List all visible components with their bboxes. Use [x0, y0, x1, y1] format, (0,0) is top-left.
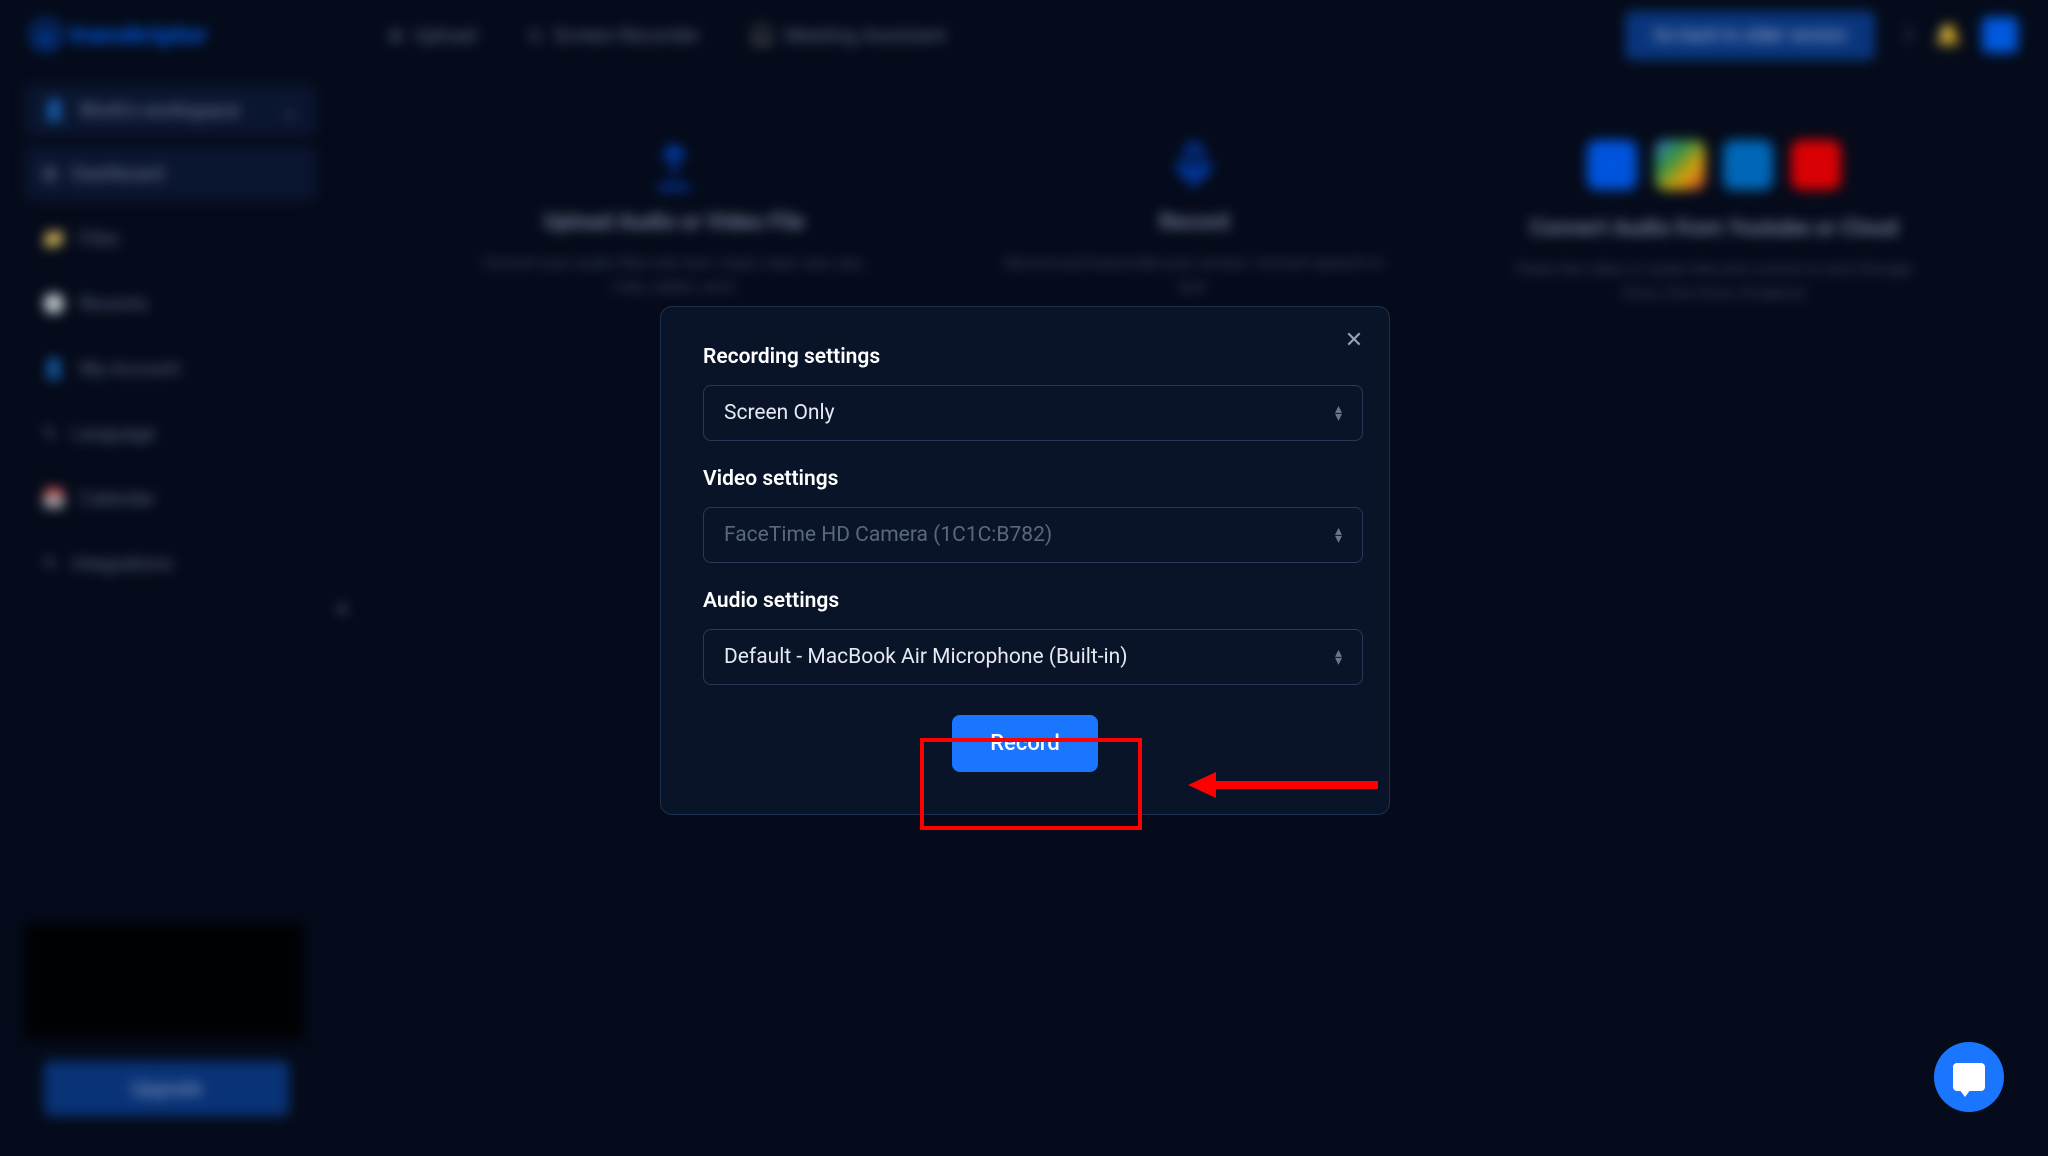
integrations-icon: ✎ — [42, 552, 58, 575]
label-recording: Recording settings — [703, 345, 1347, 369]
sidebar-item-account[interactable]: 👤 My Account — [24, 341, 316, 396]
account-icon: 👤 — [42, 357, 66, 380]
sidebar-item-dashboard[interactable]: ⊞ Dashboard — [24, 146, 316, 201]
youtube-icon — [1791, 140, 1841, 190]
select-audio[interactable]: Default - MacBook Air Microphone (Built-… — [703, 629, 1363, 685]
theme-toggle-icon[interactable]: ☽ — [1895, 23, 1915, 48]
close-icon[interactable]: ✕ — [1341, 327, 1367, 353]
select-video[interactable]: FaceTime HD Camera (1C1C:B782) ▴▾ — [703, 507, 1363, 563]
cta-older-version[interactable]: Go back to older version — [1625, 11, 1874, 60]
recording-settings-modal: ✕ Recording settings Screen Only ▴▾ Vide… — [660, 306, 1390, 815]
upload-icon: ⊕ — [387, 23, 404, 47]
chat-icon — [1953, 1063, 1985, 1091]
calendar-icon: 📅 — [42, 487, 66, 510]
sidebar-footer: Upgrade — [24, 924, 304, 1116]
label-audio: Audio settings — [703, 589, 1347, 613]
meeting-icon: 🎧 — [750, 23, 775, 47]
sidebar-item-files[interactable]: 📁 Files — [24, 211, 316, 266]
recorder-icon: ⊙ — [527, 23, 544, 47]
promo-banner — [24, 924, 304, 1039]
sidebar: 👤 Work's workspace ⌄ ⊞ Dashboard 📁 Files… — [0, 70, 340, 605]
select-arrows-icon: ▴▾ — [1335, 405, 1342, 422]
select-recording-value: Screen Only — [724, 401, 835, 425]
microphone-icon — [1167, 140, 1221, 194]
section-audio: Audio settings Default - MacBook Air Mic… — [703, 589, 1347, 685]
chevron-down-icon: ⌄ — [281, 98, 298, 122]
header-nav: ⊕ Upload ⊙ Screen Recorder 🎧 Meeting Ass… — [387, 23, 946, 47]
header-right: Go back to older version ☽ 🔔 — [1625, 11, 2018, 60]
cloud-icons — [1587, 140, 1841, 190]
card-cloud[interactable]: Convert Audio from Youtube or Cloud Past… — [1514, 140, 1914, 535]
sidebar-item-calendar[interactable]: 📅 Calendar — [24, 471, 316, 526]
notification-icon[interactable]: 🔔 — [1935, 23, 1962, 48]
select-arrows-icon: ▴▾ — [1335, 527, 1342, 544]
header: ◉ transkriptor ⊕ Upload ⊙ Screen Recorde… — [0, 0, 2048, 70]
label-video: Video settings — [703, 467, 1347, 491]
nav-item-upload[interactable]: ⊕ Upload — [387, 23, 476, 47]
chat-bubble-button[interactable] — [1934, 1042, 2004, 1112]
upload-file-icon — [647, 140, 701, 194]
select-recording[interactable]: Screen Only ▴▾ — [703, 385, 1363, 441]
sidebar-item-recents[interactable]: 🕑 Recents — [24, 276, 316, 331]
sidebar-collapse-handle[interactable]: ◀ — [334, 598, 346, 617]
workspace-selector[interactable]: 👤 Work's workspace ⌄ — [24, 84, 316, 136]
dropbox-icon — [1587, 140, 1637, 190]
workspace-icon: 👤 — [42, 98, 67, 122]
record-button[interactable]: Record — [952, 715, 1098, 772]
section-recording: Recording settings Screen Only ▴▾ — [703, 345, 1347, 441]
logo-text: transkriptor — [70, 20, 207, 50]
record-button-wrapper: Record — [703, 715, 1347, 772]
language-icon: ✎ — [42, 422, 58, 445]
nav-item-meeting[interactable]: 🎧 Meeting Assistant — [750, 23, 946, 47]
gdrive-icon — [1655, 140, 1705, 190]
onedrive-icon — [1723, 140, 1773, 190]
files-icon: 📁 — [42, 227, 66, 250]
nav-item-recorder[interactable]: ⊙ Screen Recorder — [527, 23, 700, 47]
upgrade-button[interactable]: Upgrade — [44, 1061, 289, 1116]
sidebar-item-integrations[interactable]: ✎ Integrations — [24, 536, 316, 591]
select-audio-value: Default - MacBook Air Microphone (Built-… — [724, 645, 1128, 669]
recents-icon: 🕑 — [42, 292, 66, 315]
avatar[interactable] — [1982, 17, 2018, 53]
logo[interactable]: ◉ transkriptor — [30, 19, 207, 51]
select-video-value: FaceTime HD Camera (1C1C:B782) — [724, 523, 1052, 547]
select-arrows-icon: ▴▾ — [1335, 649, 1342, 666]
logo-icon: ◉ — [30, 19, 62, 51]
dashboard-icon: ⊞ — [42, 162, 58, 185]
section-video: Video settings FaceTime HD Camera (1C1C:… — [703, 467, 1347, 563]
sidebar-item-language[interactable]: ✎ Language — [24, 406, 316, 461]
